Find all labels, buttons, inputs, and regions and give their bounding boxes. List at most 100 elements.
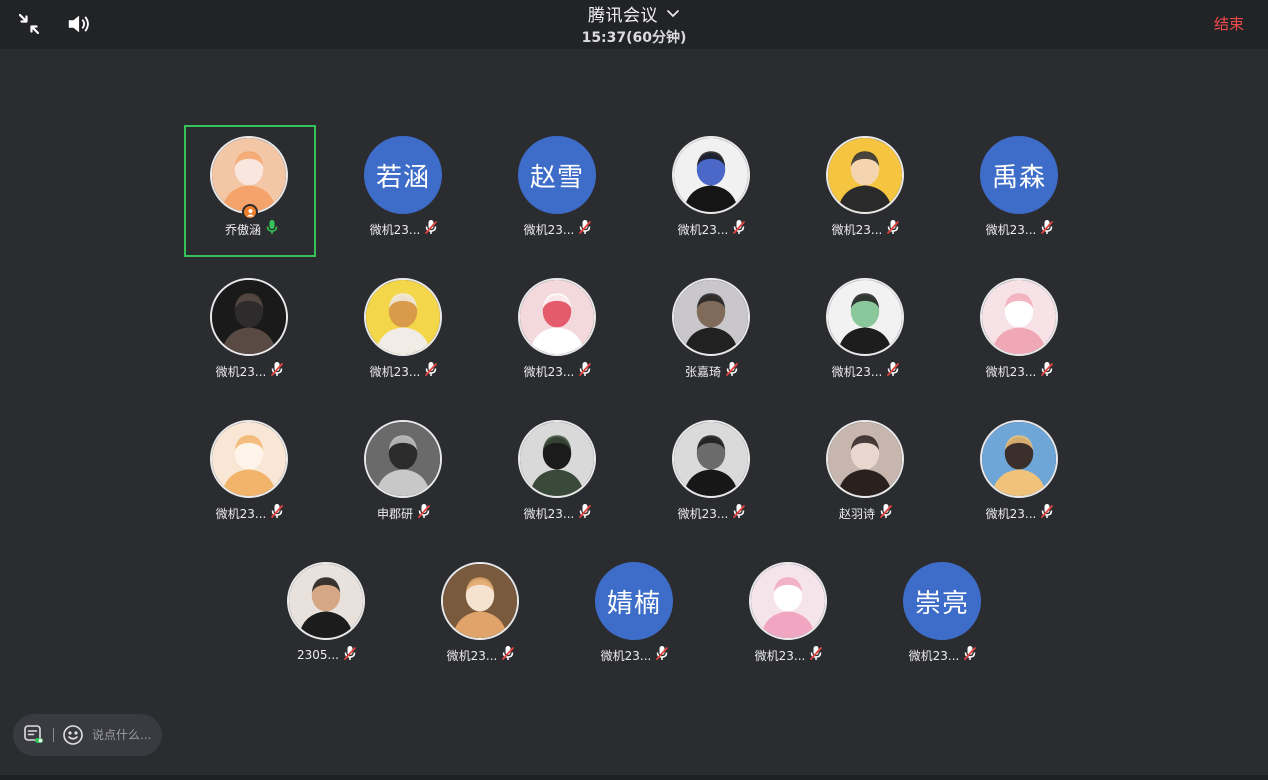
participant-name: 微机23... bbox=[600, 648, 652, 663]
participant-name: 微机23... bbox=[215, 364, 267, 379]
participant-label-row: 微机23... bbox=[569, 645, 701, 665]
participant-label-row: 乔傲涵 bbox=[186, 219, 318, 239]
participant-avatar[interactable] bbox=[441, 562, 519, 640]
mic-muted-icon bbox=[578, 219, 592, 239]
participant-name: 微机23... bbox=[908, 648, 960, 663]
mic-muted-icon bbox=[1040, 503, 1054, 523]
divider bbox=[53, 728, 54, 742]
participant-tile[interactable]: 乔傲涵 bbox=[184, 125, 316, 257]
participant-avatar[interactable] bbox=[826, 136, 904, 214]
participant-tile[interactable]: 张嘉琦 bbox=[646, 267, 778, 399]
participant-name: 微机23... bbox=[446, 648, 498, 663]
participant-tile[interactable]: 微机23... bbox=[184, 267, 316, 399]
participant-tile[interactable]: 申郡研 bbox=[338, 409, 470, 541]
participant-name: 微机23... bbox=[369, 364, 421, 379]
participant-avatar[interactable] bbox=[826, 420, 904, 498]
participant-name: 微机23... bbox=[523, 222, 575, 237]
participant-name: 微机23... bbox=[677, 222, 729, 237]
mic-muted-icon bbox=[879, 503, 893, 523]
mic-muted-icon bbox=[424, 219, 438, 239]
participant-name: 乔傲涵 bbox=[224, 222, 261, 237]
participant-tile[interactable]: 赵雪微机23... bbox=[492, 125, 624, 257]
chat-input[interactable] bbox=[92, 728, 162, 742]
participant-tile[interactable]: 微机23... bbox=[646, 125, 778, 257]
chat-settings-icon[interactable] bbox=[23, 724, 45, 746]
participant-tile[interactable]: 微机23... bbox=[800, 125, 932, 257]
participant-avatar[interactable] bbox=[518, 278, 596, 356]
mic-muted-icon bbox=[1040, 361, 1054, 381]
participant-avatar-initials[interactable]: 禹森 bbox=[980, 136, 1058, 214]
participant-avatar[interactable] bbox=[364, 420, 442, 498]
participant-avatar[interactable] bbox=[672, 136, 750, 214]
participant-label-row: 赵羽诗 bbox=[800, 503, 932, 523]
participant-name: 微机23... bbox=[831, 364, 883, 379]
participant-label-row: 微机23... bbox=[492, 503, 624, 523]
participant-tile[interactable]: 崇亮微机23... bbox=[877, 551, 1009, 683]
participant-tile[interactable]: 微机23... bbox=[338, 267, 470, 399]
participant-label-row: 微机23... bbox=[800, 219, 932, 239]
participant-label-row: 微机23... bbox=[338, 219, 470, 239]
participant-avatar[interactable] bbox=[980, 278, 1058, 356]
participant-avatar[interactable] bbox=[210, 278, 288, 356]
participant-avatar[interactable] bbox=[210, 136, 288, 214]
participant-label-row: 微机23... bbox=[646, 503, 778, 523]
participant-avatar[interactable] bbox=[749, 562, 827, 640]
mic-muted-icon bbox=[270, 503, 284, 523]
participant-avatar[interactable] bbox=[980, 420, 1058, 498]
participant-tile[interactable]: 赵羽诗 bbox=[800, 409, 932, 541]
participant-tile[interactable]: 2305... bbox=[261, 551, 393, 683]
participant-avatar[interactable] bbox=[287, 562, 365, 640]
participant-tile[interactable]: 微机23... bbox=[492, 409, 624, 541]
participant-tile[interactable]: 微机23... bbox=[646, 409, 778, 541]
participant-avatar[interactable] bbox=[210, 420, 288, 498]
participant-avatar[interactable] bbox=[518, 420, 596, 498]
participant-avatar-initials[interactable]: 婧楠 bbox=[595, 562, 673, 640]
mic-muted-icon bbox=[725, 361, 739, 381]
participant-avatar-initials[interactable]: 若涵 bbox=[364, 136, 442, 214]
mic-on-icon bbox=[265, 219, 279, 239]
mic-muted-icon bbox=[424, 361, 438, 381]
participant-avatar[interactable] bbox=[672, 420, 750, 498]
mic-muted-icon bbox=[501, 645, 515, 665]
participant-tile[interactable]: 微机23... bbox=[800, 267, 932, 399]
participant-label-row: 微机23... bbox=[954, 361, 1086, 381]
emoji-icon[interactable] bbox=[62, 724, 84, 746]
mic-muted-icon bbox=[578, 361, 592, 381]
participant-label-row: 微机23... bbox=[492, 361, 624, 381]
mic-muted-icon bbox=[963, 645, 977, 665]
participant-tile[interactable]: 若涵微机23... bbox=[338, 125, 470, 257]
participant-tile[interactable]: 微机23... bbox=[184, 409, 316, 541]
participant-avatar[interactable] bbox=[826, 278, 904, 356]
participant-tile[interactable]: 微机23... bbox=[492, 267, 624, 399]
mic-muted-icon bbox=[270, 361, 284, 381]
mic-muted-icon bbox=[809, 645, 823, 665]
participant-label-row: 微机23... bbox=[338, 361, 470, 381]
participant-avatar[interactable] bbox=[672, 278, 750, 356]
participant-avatar-initials[interactable]: 崇亮 bbox=[903, 562, 981, 640]
participant-label-row: 2305... bbox=[261, 645, 393, 665]
participant-tile[interactable]: 婧楠微机23... bbox=[569, 551, 701, 683]
participant-avatar[interactable] bbox=[364, 278, 442, 356]
participant-name: 微机23... bbox=[523, 506, 575, 521]
participant-name: 微机23... bbox=[985, 506, 1037, 521]
participant-tile[interactable]: 微机23... bbox=[415, 551, 547, 683]
mic-muted-icon bbox=[417, 503, 431, 523]
mic-muted-icon bbox=[1040, 219, 1054, 239]
participant-name: 微机23... bbox=[677, 506, 729, 521]
participant-name: 微机23... bbox=[523, 364, 575, 379]
participant-name: 申郡研 bbox=[376, 506, 413, 521]
participant-tile[interactable]: 微机23... bbox=[954, 267, 1086, 399]
participant-label-row: 微机23... bbox=[646, 219, 778, 239]
participant-tile[interactable]: 禹森微机23... bbox=[954, 125, 1086, 257]
participant-tile[interactable]: 微机23... bbox=[723, 551, 855, 683]
mic-muted-icon bbox=[732, 503, 746, 523]
participant-label-row: 微机23... bbox=[800, 361, 932, 381]
participant-avatar-initials[interactable]: 赵雪 bbox=[518, 136, 596, 214]
mic-muted-icon bbox=[886, 219, 900, 239]
participant-name: 微机23... bbox=[985, 222, 1037, 237]
participant-name: 2305... bbox=[297, 648, 339, 662]
participant-grid: 乔傲涵 若涵 微机23... 赵雪 微机23... 微机23... 微机23... 禹森 微机2… bbox=[0, 0, 1268, 780]
participant-name: 赵羽诗 bbox=[838, 506, 875, 521]
participant-tile[interactable]: 微机23... bbox=[954, 409, 1086, 541]
participant-label-row: 微机23... bbox=[954, 219, 1086, 239]
